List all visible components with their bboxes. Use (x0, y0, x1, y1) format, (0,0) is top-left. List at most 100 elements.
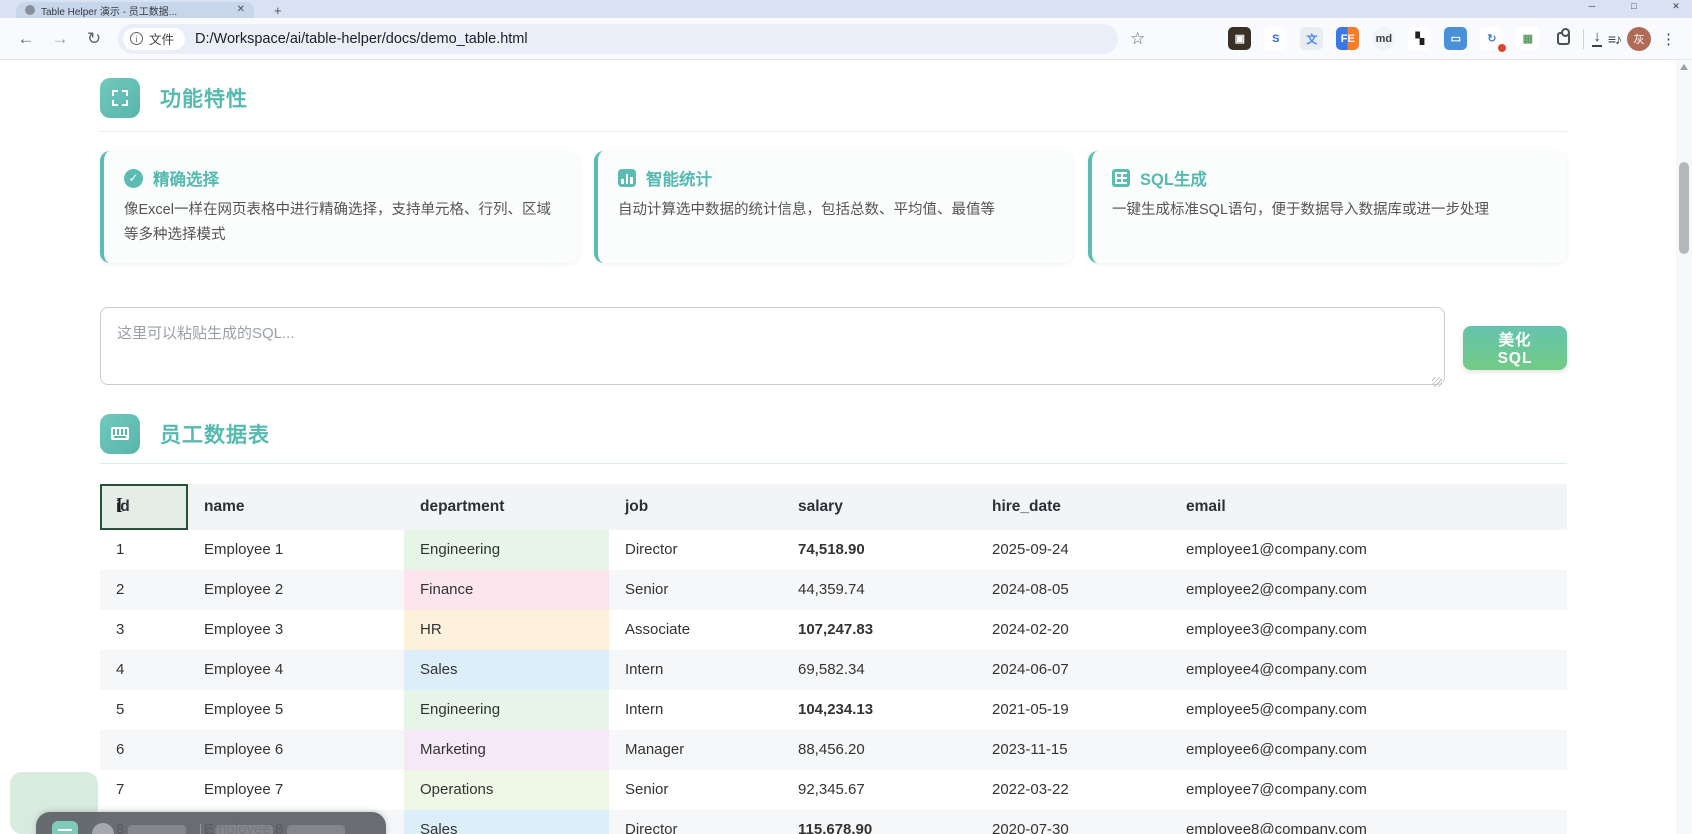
cell-hire_date[interactable]: 2021-05-19 (976, 690, 1170, 730)
column-header-name[interactable]: name (188, 484, 404, 530)
address-bar[interactable]: i 文件 D:/Workspace/ai/table-helper/docs/d… (118, 24, 1118, 54)
floating-toolbar-button[interactable] (128, 825, 186, 834)
file-scheme-chip[interactable]: i 文件 (123, 28, 185, 50)
bookmark-star-icon[interactable]: ☆ (1130, 29, 1145, 49)
cell-department[interactable]: Sales (404, 810, 609, 834)
cell-hire_date[interactable]: 2024-02-20 (976, 610, 1170, 650)
forward-button[interactable]: → (46, 25, 74, 53)
cell-name[interactable]: Employee 5 (188, 690, 404, 730)
cell-department[interactable]: Sales (404, 650, 609, 690)
back-button[interactable]: ← (12, 25, 40, 53)
cell-email[interactable]: employee8@company.com (1170, 810, 1567, 834)
cell-id[interactable]: 1 (100, 530, 188, 570)
column-header-job[interactable]: job (609, 484, 782, 530)
markdown-extension-icon[interactable]: md (1372, 27, 1395, 50)
cell-hire_date[interactable]: 2022-03-22 (976, 770, 1170, 810)
sync-extension-icon[interactable]: ↻ (1480, 27, 1503, 50)
reload-button[interactable]: ↻ (80, 25, 108, 53)
new-tab-button[interactable]: + (268, 4, 288, 18)
tab-close-icon[interactable]: ✕ (237, 5, 245, 15)
cell-email[interactable]: employee3@company.com (1170, 610, 1567, 650)
cell-department[interactable]: Engineering (404, 530, 609, 570)
scrollbar-thumb[interactable] (1679, 162, 1689, 254)
cell-department[interactable]: Operations (404, 770, 609, 810)
cell-email[interactable]: employee7@company.com (1170, 770, 1567, 810)
translate-extension-icon[interactable]: 文 (1300, 27, 1323, 50)
window-minimize-icon[interactable]: ─ (1586, 1, 1598, 12)
column-header-id[interactable]: idI (100, 484, 188, 530)
cell-job[interactable]: Senior (609, 570, 782, 610)
downloads-icon[interactable]: ↓ (1592, 30, 1602, 47)
floating-toolbar[interactable] (36, 812, 386, 834)
column-header-salary[interactable]: salary (782, 484, 976, 530)
cell-email[interactable]: employee4@company.com (1170, 650, 1567, 690)
cell-salary[interactable]: 88,456.20 (782, 730, 976, 770)
floating-toolbar-circle-button[interactable] (92, 823, 114, 834)
cell-id[interactable]: 7 (100, 770, 188, 810)
beautify-sql-button[interactable]: 美化SQL (1463, 326, 1567, 370)
cell-name[interactable]: Employee 2 (188, 570, 404, 610)
column-header-email[interactable]: email (1170, 484, 1567, 530)
profile-avatar[interactable]: 灰 (1627, 27, 1651, 51)
page-scrollbar[interactable] (1676, 60, 1692, 834)
cell-name[interactable]: Employee 1 (188, 530, 404, 570)
cell-job[interactable]: Senior (609, 770, 782, 810)
column-header-hire_date[interactable]: hire_date (976, 484, 1170, 530)
cell-hire_date[interactable]: 2020-07-30 (976, 810, 1170, 834)
qr-scan-extension-icon[interactable]: ▚ (1408, 27, 1431, 50)
cell-salary[interactable]: 69,582.34 (782, 650, 976, 690)
cell-job[interactable]: Director (609, 530, 782, 570)
floating-toolbar-button[interactable] (215, 825, 273, 834)
cell-email[interactable]: employee2@company.com (1170, 570, 1567, 610)
cell-name[interactable]: Employee 3 (188, 610, 404, 650)
scroll-up-arrow-icon[interactable] (1680, 64, 1688, 70)
url-text[interactable]: D:/Workspace/ai/table-helper/docs/demo_t… (195, 31, 528, 47)
cell-email[interactable]: employee5@company.com (1170, 690, 1567, 730)
cell-salary[interactable]: 74,518.90 (782, 530, 976, 570)
fe-extension-icon[interactable]: FE (1336, 27, 1359, 50)
resize-handle[interactable] (1432, 377, 1442, 387)
cell-hire_date[interactable]: 2025-09-24 (976, 530, 1170, 570)
cell-hire_date[interactable]: 2024-06-07 (976, 650, 1170, 690)
cell-id[interactable]: 5 (100, 690, 188, 730)
cell-hire_date[interactable]: 2023-11-15 (976, 730, 1170, 770)
column-header-department[interactable]: department (404, 484, 609, 530)
cell-department[interactable]: Engineering (404, 690, 609, 730)
cell-department[interactable]: Marketing (404, 730, 609, 770)
cell-email[interactable]: employee6@company.com (1170, 730, 1567, 770)
cell-salary[interactable]: 92,345.67 (782, 770, 976, 810)
floating-toolbar-button[interactable] (287, 825, 345, 834)
cell-id[interactable]: 2 (100, 570, 188, 610)
cell-salary[interactable]: 115,678.90 (782, 810, 976, 834)
cell-name[interactable]: Employee 7 (188, 770, 404, 810)
cell-id[interactable]: 6 (100, 730, 188, 770)
cell-job[interactable]: Intern (609, 650, 782, 690)
cell-id[interactable]: 4 (100, 650, 188, 690)
cell-name[interactable]: Employee 4 (188, 650, 404, 690)
media-controls-icon[interactable]: ≡♪ (1608, 31, 1621, 47)
table-helper-app-icon[interactable] (52, 821, 78, 834)
cell-salary[interactable]: 107,247.83 (782, 610, 976, 650)
cell-department[interactable]: Finance (404, 570, 609, 610)
cell-id[interactable]: 3 (100, 610, 188, 650)
chrome-menu-icon[interactable]: ⋮ (1657, 30, 1680, 48)
extensions-puzzle-icon[interactable] (1552, 27, 1575, 50)
sql-input[interactable] (100, 307, 1445, 385)
cell-salary[interactable]: 104,234.13 (782, 690, 976, 730)
cell-job[interactable]: Associate (609, 610, 782, 650)
browser-tab[interactable]: Table Helper 演示 - 员工数据... ✕ (16, 2, 254, 18)
sheet-extension-icon[interactable]: ▦ (1516, 27, 1539, 50)
cell-job[interactable]: Director (609, 810, 782, 834)
cell-email[interactable]: employee1@company.com (1170, 530, 1567, 570)
blue-card-extension-icon[interactable]: ▭ (1444, 27, 1467, 50)
frame-extension-icon[interactable]: ▣ (1228, 27, 1251, 50)
cell-hire_date[interactable]: 2024-08-05 (976, 570, 1170, 610)
s-logo-extension-icon[interactable]: S (1264, 27, 1287, 50)
cell-name[interactable]: Employee 6 (188, 730, 404, 770)
cell-salary[interactable]: 44,359.74 (782, 570, 976, 610)
cell-department[interactable]: HR (404, 610, 609, 650)
window-close-icon[interactable]: ✕ (1670, 1, 1682, 12)
cell-job[interactable]: Manager (609, 730, 782, 770)
cell-job[interactable]: Intern (609, 690, 782, 730)
window-maximize-icon[interactable]: □ (1628, 1, 1640, 12)
